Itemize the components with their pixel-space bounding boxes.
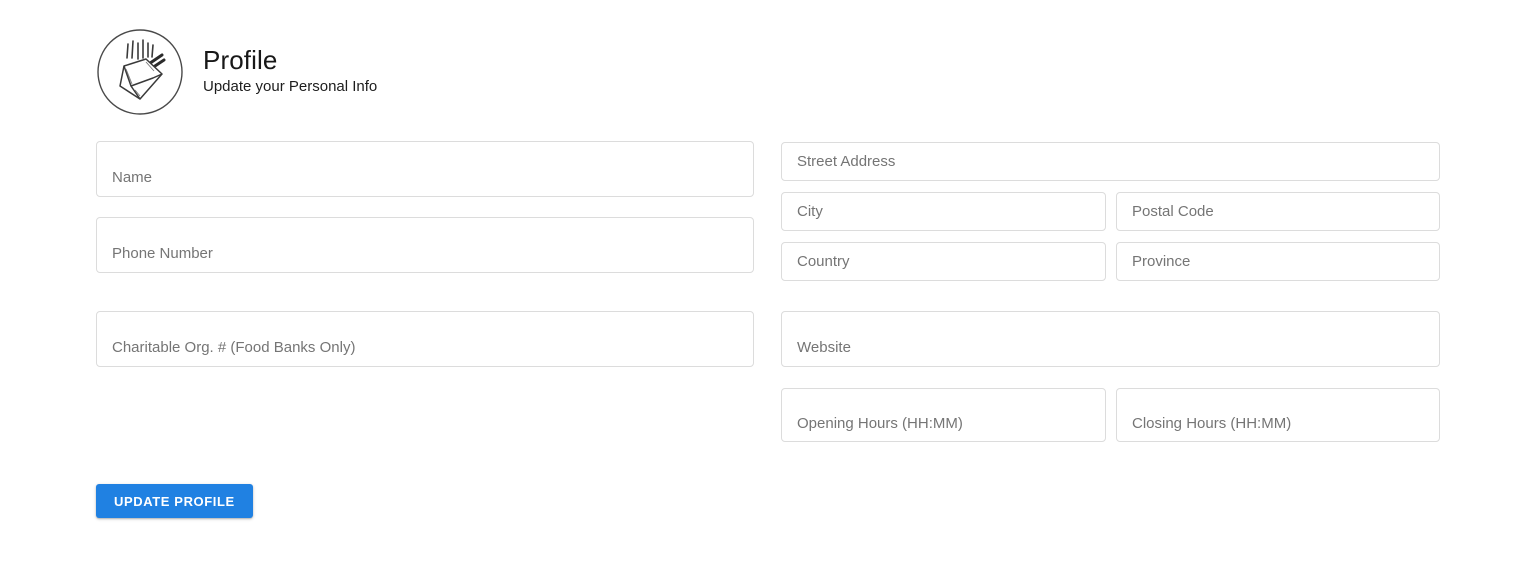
closing-hours-input[interactable]: Closing Hours (HH:MM) [1116, 388, 1440, 442]
charitable-org-number-input-placeholder: Charitable Org. # (Food Banks Only) [112, 339, 356, 356]
charitable-org-number-input[interactable]: Charitable Org. # (Food Banks Only) [96, 311, 754, 367]
phone-number-input[interactable]: Phone Number [96, 217, 754, 273]
name-input-placeholder: Name [112, 169, 153, 186]
website-input-placeholder: Website [797, 339, 851, 356]
postal-code-input[interactable]: Postal Code [1116, 192, 1440, 231]
name-input[interactable]: Name [96, 141, 754, 197]
takeout-box-chopsticks-icon [97, 29, 183, 115]
province-input[interactable]: Province [1116, 242, 1440, 281]
city-input-placeholder: City [797, 202, 823, 220]
page-title: Profile [203, 45, 278, 75]
profile-page: Profile Update your Personal Info Name P… [0, 0, 1533, 574]
phone-number-input-placeholder: Phone Number [112, 245, 213, 262]
country-input[interactable]: Country [781, 242, 1106, 281]
update-profile-button[interactable]: Update Profile [96, 484, 253, 518]
page-subtitle: Update your Personal Info [203, 78, 378, 95]
closing-hours-input-placeholder: Closing Hours (HH:MM) [1132, 415, 1292, 432]
website-input[interactable]: Website [781, 311, 1440, 367]
profile-header: Profile Update your Personal Info [96, 28, 377, 116]
street-address-input[interactable]: Street Address [781, 142, 1440, 181]
opening-hours-input[interactable]: Opening Hours (HH:MM) [781, 388, 1106, 442]
opening-hours-input-placeholder: Opening Hours (HH:MM) [797, 415, 963, 432]
header-text-block: Profile Update your Personal Info [203, 45, 377, 99]
country-input-placeholder: Country [797, 252, 850, 270]
province-input-placeholder: Province [1132, 252, 1191, 270]
street-address-input-placeholder: Street Address [797, 152, 896, 170]
city-input[interactable]: City [781, 192, 1106, 231]
postal-code-input-placeholder: Postal Code [1132, 202, 1214, 220]
